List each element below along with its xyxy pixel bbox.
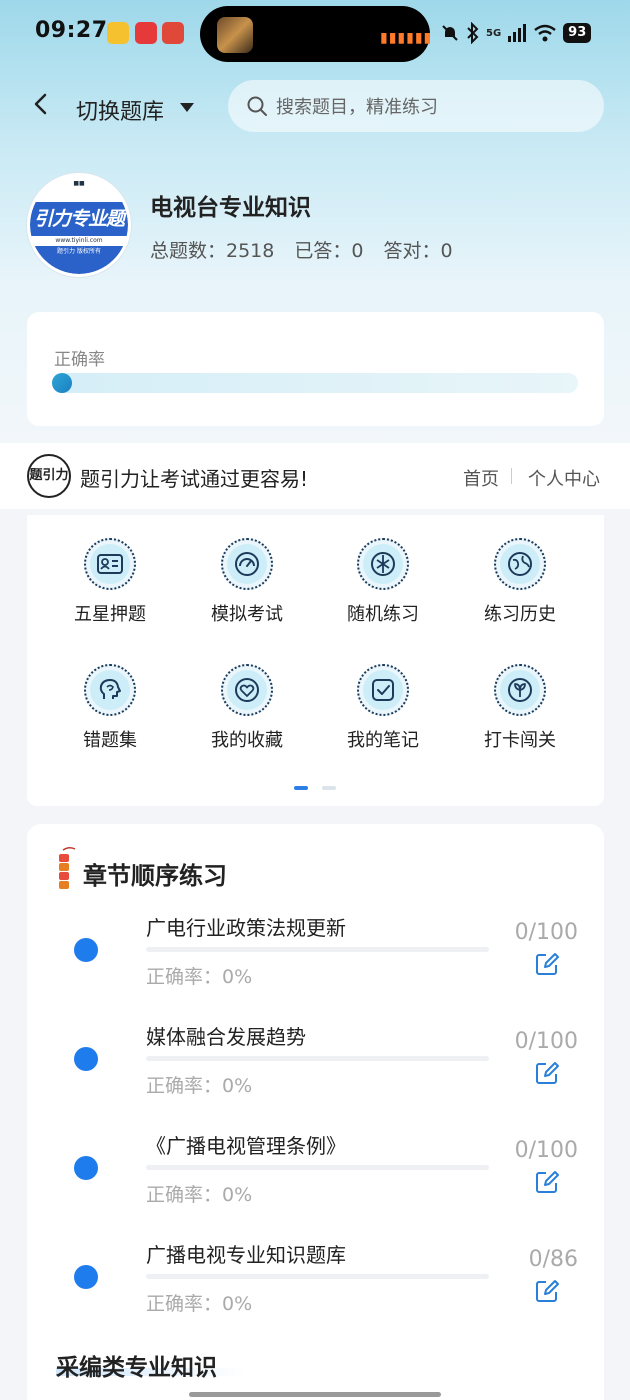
bluetooth-icon	[467, 22, 479, 44]
chapter-accuracy: 正确率：0%	[146, 1293, 253, 1315]
chapter-progress-bar	[146, 1274, 489, 1279]
id-card-icon	[97, 554, 123, 574]
heart-icon	[235, 678, 259, 702]
bank-title: 电视台专业知识	[150, 195, 311, 221]
chapter-accuracy: 正确率：0%	[146, 1184, 253, 1206]
next-section-title: 采编类专业知识	[56, 1355, 217, 1381]
accuracy-progress-indicator	[52, 373, 72, 393]
chapter-dot	[74, 1156, 98, 1180]
network-label: 5G	[486, 27, 502, 39]
home-indicator[interactable]	[189, 1392, 441, 1397]
feature-mock-exam[interactable]: 模拟考试	[192, 538, 302, 638]
firecracker-icon	[59, 846, 76, 889]
chapter-dot	[74, 938, 98, 962]
status-icons: 5G 93	[440, 20, 592, 46]
chapter-name: 《广播电视管理条例》	[146, 1134, 346, 1158]
feature-five-star[interactable]: 五星押题	[55, 538, 165, 638]
pager-dot[interactable]	[322, 786, 336, 790]
search-bar[interactable]: 搜索题目，精准练习	[228, 80, 604, 132]
wifi-icon	[534, 24, 556, 42]
chapter-count: 0/100	[514, 1138, 578, 1163]
accuracy-card	[27, 312, 604, 426]
edit-icon[interactable]	[534, 1060, 560, 1086]
feature-label: 我的笔记	[347, 730, 419, 751]
feature-label: 我的收藏	[211, 730, 283, 751]
back-arrow-icon[interactable]	[30, 93, 52, 115]
accuracy-label: 正确率	[54, 350, 105, 370]
chapter-count: 0/100	[514, 920, 578, 945]
accuracy-progress-track	[52, 373, 578, 393]
bank-logo: ■■ 引力专业题 www.tiyinli.com 题引力 版权所有	[27, 173, 131, 277]
chapter-progress-bar	[146, 1056, 489, 1061]
chapter-name: 广电行业政策法规更新	[146, 916, 346, 940]
brand-slogan: 题引力让考试通过更容易!	[80, 467, 309, 491]
feature-label: 练习历史	[484, 604, 556, 625]
nav-home-link[interactable]: 首页	[463, 465, 499, 491]
feature-label: 随机练习	[347, 604, 419, 625]
logo-band-text: 引力专业题	[30, 202, 128, 236]
feature-favorites[interactable]: 我的收藏	[192, 664, 302, 764]
caret-down-icon[interactable]	[180, 103, 194, 112]
feature-label: 错题集	[83, 730, 137, 751]
chapter-item[interactable]: 媒体融合发展趋势 正确率：0% 0/100	[0, 1014, 630, 1122]
media-thumbnail	[217, 17, 253, 53]
note-check-icon	[372, 679, 394, 701]
notification-app-icon	[135, 22, 157, 44]
feature-history[interactable]: 练习历史	[465, 538, 575, 638]
mute-bell-icon	[442, 25, 458, 41]
audio-wave-icon: ▮▮▮▮▮▮	[380, 30, 433, 46]
chapter-name: 广播电视专业知识题库	[146, 1243, 346, 1267]
chapter-item[interactable]: 广电行业政策法规更新 正确率：0% 0/100	[0, 905, 630, 1013]
feature-random-practice[interactable]: 随机练习	[328, 538, 438, 638]
logo-mark: ■■	[73, 180, 85, 187]
globe-icon	[508, 552, 532, 576]
shuffle-icon	[371, 552, 395, 576]
logo-url: www.tiyinli.com	[55, 237, 103, 244]
chapter-item[interactable]: 广播电视专业知识题库 正确率：0% 0/86	[0, 1232, 630, 1340]
brand-logo: 题引力	[27, 454, 71, 498]
feature-wrong-questions[interactable]: 错题集	[55, 664, 165, 764]
search-icon	[247, 96, 267, 116]
chapter-accuracy: 正确率：0%	[146, 1075, 253, 1097]
chapter-item[interactable]: 《广播电视管理条例》 正确率：0% 0/100	[0, 1123, 630, 1231]
chapter-count: 0/86	[528, 1247, 578, 1272]
nav-divider	[511, 468, 512, 484]
chapter-progress-bar	[146, 947, 489, 952]
notification-app-icon	[107, 22, 129, 44]
logo-footer: 题引力 版权所有	[30, 246, 128, 274]
feature-label: 打卡闯关	[484, 730, 556, 751]
correct-count: 答对：0	[383, 240, 453, 262]
head-icon	[99, 679, 121, 699]
chapter-section-title: 章节顺序练习	[83, 862, 227, 890]
chapter-dot	[74, 1047, 98, 1071]
answered-count: 已答：0	[294, 240, 364, 262]
feature-checkin[interactable]: 打卡闯关	[465, 664, 575, 764]
feature-label: 五星押题	[74, 604, 146, 625]
switch-bank-button[interactable]: 切换题库	[76, 94, 164, 126]
chapter-dot	[74, 1265, 98, 1289]
nav-profile-link[interactable]: 个人中心	[528, 465, 600, 491]
battery-level: 93	[563, 23, 592, 43]
leaf-icon	[508, 678, 532, 702]
feature-label: 模拟考试	[211, 604, 283, 625]
feature-notes[interactable]: 我的笔记	[328, 664, 438, 764]
chapter-progress-bar	[146, 1165, 489, 1170]
signal-icon	[508, 24, 527, 42]
edit-icon[interactable]	[534, 1169, 560, 1195]
status-time: 09:27	[35, 18, 108, 43]
edit-icon[interactable]	[534, 1278, 560, 1304]
pager-dot-active[interactable]	[294, 786, 308, 790]
gauge-icon	[235, 552, 259, 576]
notification-app-icon	[162, 22, 184, 44]
total-count: 总题数：2518	[150, 240, 275, 262]
search-placeholder: 搜索题目，精准练习	[276, 97, 438, 118]
edit-icon[interactable]	[534, 951, 560, 977]
chapter-count: 0/100	[514, 1029, 578, 1054]
chapter-name: 媒体融合发展趋势	[146, 1025, 306, 1049]
bank-stats: 总题数：2518 已答：0 答对：0	[150, 236, 453, 263]
chapter-accuracy: 正确率：0%	[146, 966, 253, 988]
